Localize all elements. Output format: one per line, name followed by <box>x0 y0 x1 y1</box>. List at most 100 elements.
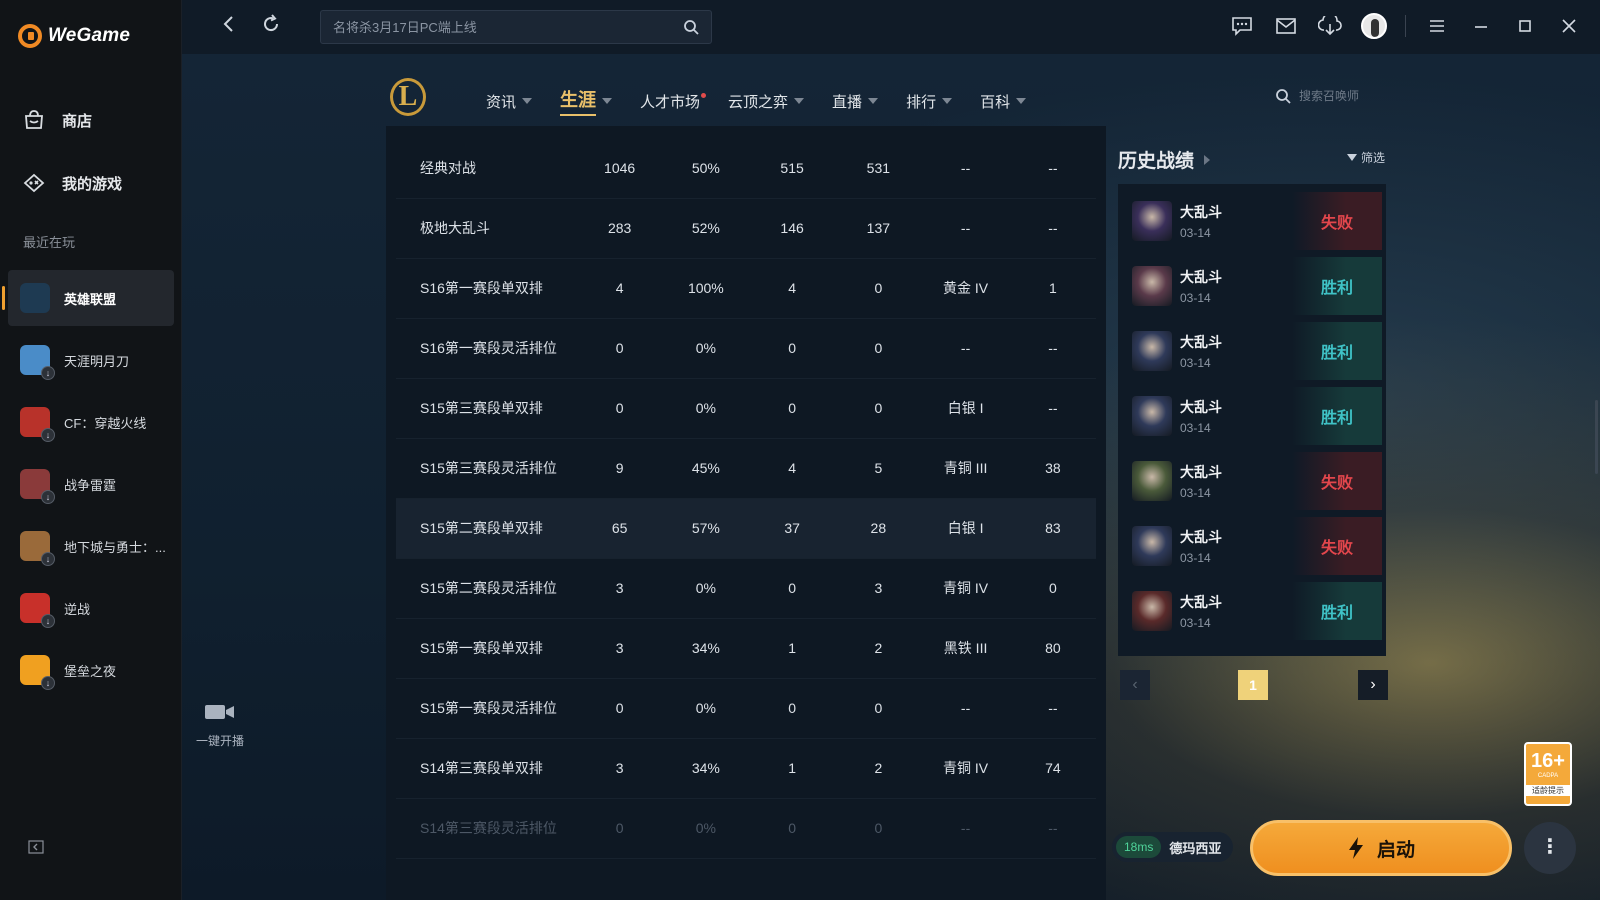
wegame-logo[interactable]: WeGame <box>18 24 130 48</box>
table-row[interactable]: S16第一赛段灵活排位 0 0% 0 0 -- -- <box>396 318 1096 378</box>
match-info: 大乱斗 03-14 <box>1180 462 1292 500</box>
server-selector[interactable]: 18ms 德玛西亚 <box>1112 832 1234 862</box>
game-name: 地下城与勇士：... <box>64 539 166 555</box>
minimize-button[interactable] <box>1468 12 1494 40</box>
cell-points: -- <box>1048 820 1058 836</box>
refresh-button[interactable] <box>258 14 284 40</box>
sidebar-game-item[interactable]: ↓ 地下城与勇士：... <box>8 518 174 574</box>
cell-rank: 黄金 IV <box>943 280 989 296</box>
sidebar-game-item[interactable]: ↓ CF：穿越火线 <box>8 394 174 450</box>
lol-tab[interactable]: 生涯 <box>560 86 613 116</box>
champion-avatar <box>1132 396 1172 436</box>
match-date: 03-14 <box>1180 616 1211 630</box>
cell-rank: 青铜 IV <box>943 760 989 776</box>
table-row[interactable]: S15第二赛段单双排 65 57% 37 28 白银 I 83 <box>396 498 1096 558</box>
cell-points: -- <box>1048 700 1058 716</box>
collapse-icon <box>28 840 44 854</box>
page-scrollbar[interactable] <box>1595 400 1598 474</box>
lol-tab[interactable]: 资讯 <box>486 91 533 112</box>
history-title[interactable]: 历史战绩 <box>1118 146 1211 173</box>
back-button[interactable] <box>216 14 242 40</box>
launch-button[interactable]: 启动 <box>1250 820 1512 876</box>
server-name: 德玛西亚 <box>1169 840 1222 856</box>
lol-tab-label: 云顶之弈 <box>728 93 789 111</box>
summoner-search[interactable] <box>1275 88 1389 104</box>
sidebar-game-item[interactable]: ↓ 天涯明月刀 <box>8 332 174 388</box>
cell-rank: 黑铁 III <box>943 640 988 656</box>
cell-wins: 4 <box>788 460 796 476</box>
age-rating-badge[interactable]: 16+ CADPA 适龄提示 <box>1524 742 1572 806</box>
one-click-stream-button[interactable]: 一键开播 <box>192 702 248 749</box>
cell-points: 80 <box>1045 640 1061 656</box>
collapse-sidebar-button[interactable] <box>28 840 48 858</box>
game-icon: ↓ <box>20 407 55 442</box>
cell-wins: 0 <box>788 700 796 716</box>
league-of-legends-logo[interactable]: L <box>390 78 426 116</box>
cell-losses: 531 <box>866 159 891 176</box>
cell-mode: 经典对战 <box>420 159 476 176</box>
table-row[interactable]: S15第二赛段灵活排位 3 0% 0 3 青铜 IV 0 <box>396 558 1096 618</box>
match-item[interactable]: 大乱斗 03-14 胜利 <box>1128 582 1382 640</box>
more-options-button[interactable]: ⋮ <box>1524 822 1576 874</box>
table-row[interactable]: S14第三赛段灵活排位 0 0% 0 0 -- -- <box>396 798 1096 858</box>
next-page-button[interactable]: › <box>1358 670 1388 700</box>
sidebar-game-item[interactable]: ↓ 战争雷霆 <box>8 456 174 512</box>
cell-winrate: 0% <box>695 700 716 716</box>
match-item[interactable]: 大乱斗 03-14 失败 <box>1128 452 1382 510</box>
chat-button[interactable] <box>1229 12 1255 40</box>
cell-losses: 137 <box>866 220 891 236</box>
mail-button[interactable] <box>1273 12 1299 40</box>
lol-tab-label: 百科 <box>980 93 1011 111</box>
chevron-down-icon <box>794 98 805 104</box>
menu-button[interactable] <box>1424 12 1450 40</box>
table-row[interactable]: S14第三赛段单双排 3 34% 1 2 青铜 IV 74 <box>396 738 1096 798</box>
cell-mode: S14第三赛段单双排 <box>420 760 543 776</box>
table-row[interactable]: S15第三赛段单双排 0 0% 0 0 白银 I -- <box>396 378 1096 438</box>
sidebar-game-item[interactable]: ↓ 逆战 <box>8 580 174 636</box>
cell-losses: 28 <box>870 520 887 536</box>
match-history-list: 大乱斗 03-14 失败 大乱斗 03-14 胜利 大乱斗 03-14 胜利 大乱斗 03-14 胜利… <box>1118 184 1386 656</box>
sidebar-game-item[interactable]: ↓ 堡垒之夜 <box>8 642 174 698</box>
cell-losses: 0 <box>874 400 883 416</box>
table-row[interactable]: S16第一赛段单双排 4 100% 4 0 黄金 IV 1 <box>396 258 1096 318</box>
current-page[interactable]: 1 <box>1238 670 1268 700</box>
table-row[interactable]: S15第一赛段灵活排位 0 0% 0 0 -- -- <box>396 678 1096 738</box>
menu-icon <box>1430 20 1444 32</box>
lol-tab[interactable]: 排行 <box>906 91 953 112</box>
lol-tab[interactable]: 人才市场 <box>640 91 707 112</box>
cell-points: 0 <box>1048 580 1057 596</box>
match-date: 03-14 <box>1180 421 1211 435</box>
table-row[interactable]: 极地大乱斗 283 52% 146 137 -- -- <box>396 198 1096 258</box>
match-item[interactable]: 大乱斗 03-14 胜利 <box>1128 322 1382 380</box>
close-button[interactable] <box>1556 12 1582 40</box>
match-item[interactable]: 大乱斗 03-14 胜利 <box>1128 387 1382 445</box>
sidebar-item-my-games[interactable]: 我的游戏 <box>22 171 122 195</box>
sidebar-item-store[interactable]: 商店 <box>22 108 92 132</box>
prev-page-button[interactable]: ‹ <box>1120 670 1150 700</box>
table-row[interactable]: 经典对战 1046 50% 515 531 -- -- <box>396 138 1096 198</box>
lol-tab[interactable]: 云顶之弈 <box>728 91 805 112</box>
match-result: 胜利 <box>1292 387 1382 445</box>
refresh-icon <box>264 14 279 32</box>
filter-button[interactable]: 筛选 <box>1347 149 1385 166</box>
lol-tab[interactable]: 直播 <box>832 91 879 112</box>
maximize-button[interactable] <box>1512 12 1538 40</box>
cell-wins: 0 <box>788 580 796 596</box>
user-avatar[interactable] <box>1361 13 1387 39</box>
table-row[interactable]: S15第一赛段单双排 3 34% 1 2 黑铁 III 80 <box>396 618 1096 678</box>
download-icon <box>1318 16 1342 36</box>
match-item[interactable]: 大乱斗 03-14 胜利 <box>1128 257 1382 315</box>
close-icon <box>1562 19 1576 33</box>
global-search[interactable] <box>320 10 712 44</box>
match-item[interactable]: 大乱斗 03-14 失败 <box>1128 192 1382 250</box>
match-item[interactable]: 大乱斗 03-14 失败 <box>1128 517 1382 575</box>
chevron-down-icon <box>522 98 533 104</box>
sidebar-game-item[interactable]: 英雄联盟 <box>2 270 174 326</box>
lol-tab[interactable]: 百科 <box>980 91 1027 112</box>
cell-wins: 1 <box>788 640 796 656</box>
download-manager-button[interactable] <box>1317 12 1343 40</box>
global-search-input[interactable] <box>333 19 683 35</box>
summoner-search-input[interactable] <box>1299 89 1389 103</box>
table-row[interactable]: S15第三赛段灵活排位 9 45% 4 5 青铜 III 38 <box>396 438 1096 498</box>
cell-mode: S15第二赛段单双排 <box>420 520 543 536</box>
